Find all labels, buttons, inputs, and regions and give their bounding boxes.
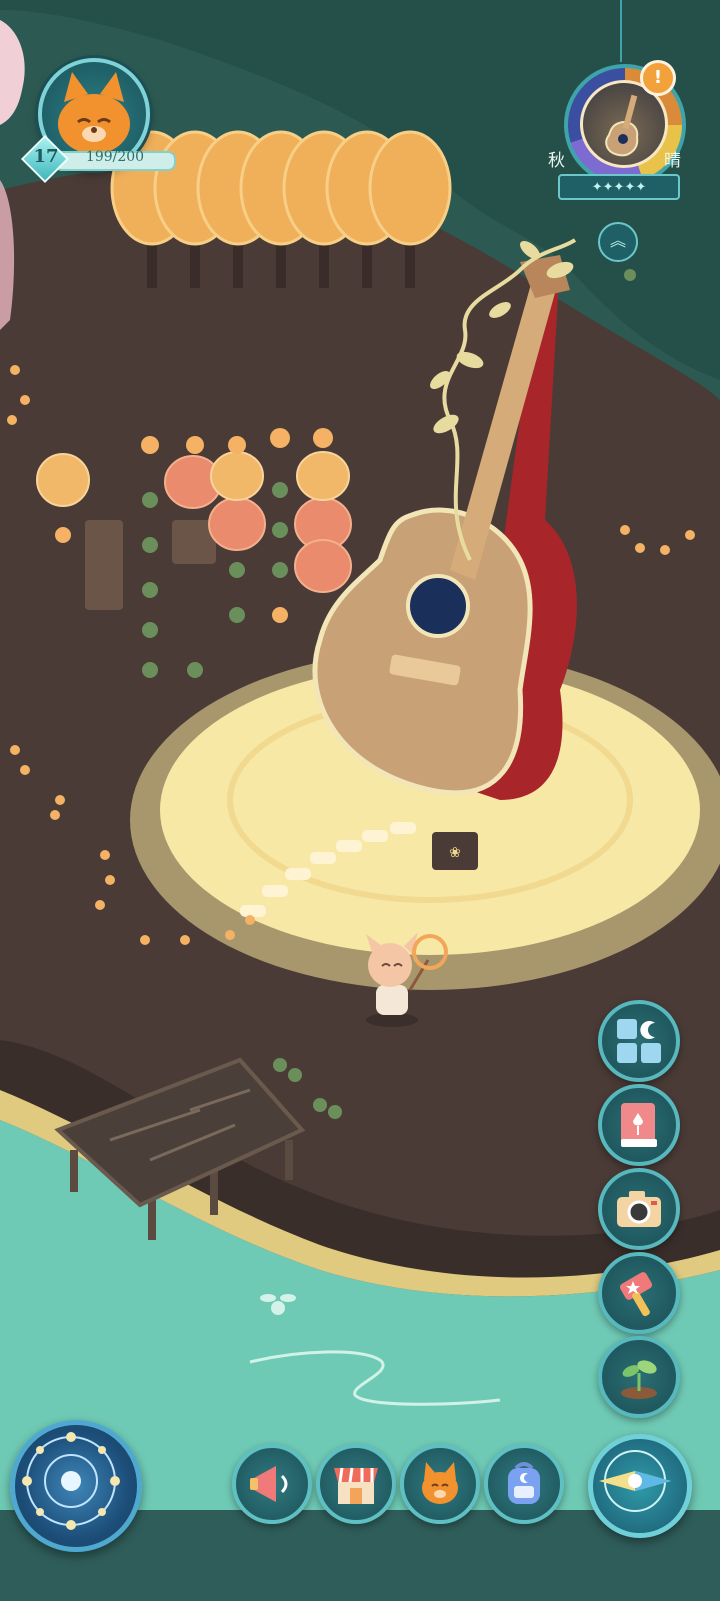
weather-label: 晴 <box>664 151 681 171</box>
camera-button[interactable] <box>598 1168 680 1250</box>
alert-badge[interactable]: ! <box>640 60 676 96</box>
season-weather-widget[interactable]: 秋 晴 ! ✦✦✦✦✦ <box>548 0 692 203</box>
exp-text: 199/200 <box>85 149 145 165</box>
shop-button[interactable] <box>316 1444 396 1524</box>
handbook-button[interactable] <box>598 1084 680 1166</box>
announcement-button[interactable] <box>232 1444 312 1524</box>
hammer-star-icon <box>619 1272 653 1317</box>
season-stars: ✦✦✦✦✦ <box>558 174 680 200</box>
expand-button[interactable]: ︽ <box>598 222 638 262</box>
player-profile[interactable]: 17 199/200 <box>20 58 176 184</box>
season-label: 秋 <box>548 151 565 171</box>
grid-moon-icon <box>617 1019 661 1063</box>
sprout-icon <box>621 1360 657 1399</box>
compass-icon <box>599 1450 671 1512</box>
shop-icon <box>334 1467 378 1504</box>
friends-button[interactable] <box>400 1444 480 1524</box>
megaphone-icon <box>250 1466 288 1502</box>
hanging-string <box>620 0 622 62</box>
magic-circle-icon <box>22 1432 120 1530</box>
magic-circle-button[interactable] <box>10 1420 142 1552</box>
event-button[interactable] <box>598 1252 680 1334</box>
backpack-button[interactable] <box>484 1444 564 1524</box>
guitar-soundhole <box>406 574 470 638</box>
garden-button[interactable] <box>598 1336 680 1418</box>
backpack-icon <box>508 1462 540 1504</box>
navigation-compass-button[interactable] <box>588 1434 692 1538</box>
double-chevron-up-icon: ︽ <box>609 231 626 250</box>
fox-face-icon <box>422 1462 458 1504</box>
player-level: 17 <box>33 146 59 167</box>
svg-text:❀: ❀ <box>449 845 461 861</box>
camera-icon <box>617 1191 661 1227</box>
build-menu-button[interactable] <box>598 1000 680 1082</box>
tulip-book-icon <box>621 1103 657 1147</box>
level-badge: 17 199/200 <box>20 134 176 184</box>
